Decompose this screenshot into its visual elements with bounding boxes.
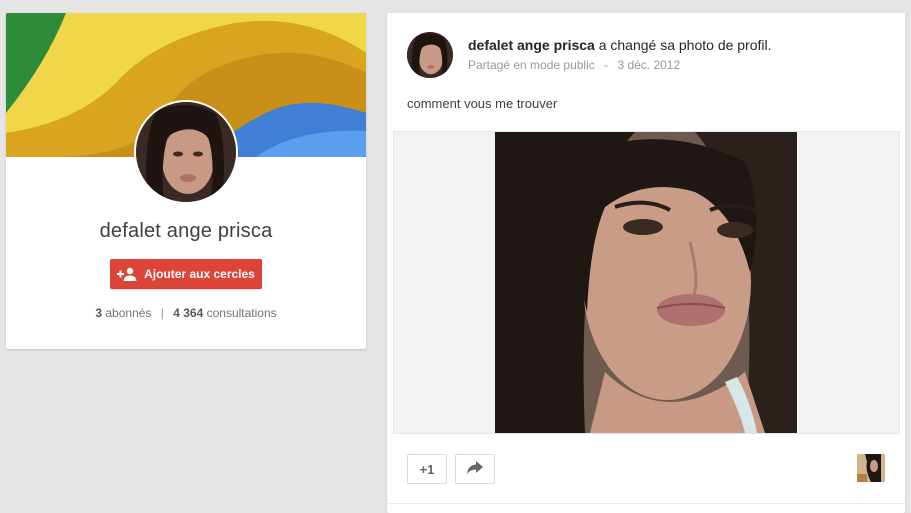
post-visibility: Partagé en mode public [468,58,595,72]
post-meta: Partagé en mode public - 3 déc. 2012 [468,58,680,72]
add-to-circles-button[interactable]: Ajouter aux cercles [110,259,262,289]
profile-avatar[interactable] [136,102,236,202]
profile-photo-icon [136,102,236,202]
add-to-circles-label: Ajouter aux cercles [144,267,255,281]
author-photo-icon [407,32,453,78]
post-text: comment vous me trouver [407,96,558,111]
share-arrow-icon [467,460,483,478]
followers-count: 3 [95,306,103,320]
portrait-photo-icon [495,132,797,433]
post-author-avatar[interactable] [407,32,453,78]
add-person-icon [117,267,137,281]
post-action-text: a changé sa photo de profil. [594,37,772,53]
views-label: consultations [206,306,277,320]
share-button[interactable] [455,454,495,484]
post-headline: defalet ange prisca a changé sa photo de… [468,37,772,53]
meta-separator: - [604,58,609,72]
profile-stats: 3 abonnés | 4 364 consultations [6,306,366,320]
post-divider [387,503,905,504]
stats-separator: | [160,306,164,320]
profile-name: defalet ange prisca [99,220,273,242]
profile-card: defalet ange prisca Ajouter aux cercles … [6,13,366,349]
views-count: 4 364 [173,306,204,320]
plus-one-label: +1 [419,461,435,477]
post-card: defalet ange prisca a changé sa photo de… [387,13,905,513]
followers-label[interactable]: abonnés [105,306,151,320]
post-author-name[interactable]: defalet ange prisca [468,37,595,53]
post-photo[interactable] [495,132,797,433]
post-photo-frame [393,131,900,434]
post-date[interactable]: 3 déc. 2012 [617,58,680,72]
plus-one-button[interactable]: +1 [407,454,447,484]
plus-oner-avatar[interactable] [857,454,885,482]
mini-photo-icon [857,454,885,482]
